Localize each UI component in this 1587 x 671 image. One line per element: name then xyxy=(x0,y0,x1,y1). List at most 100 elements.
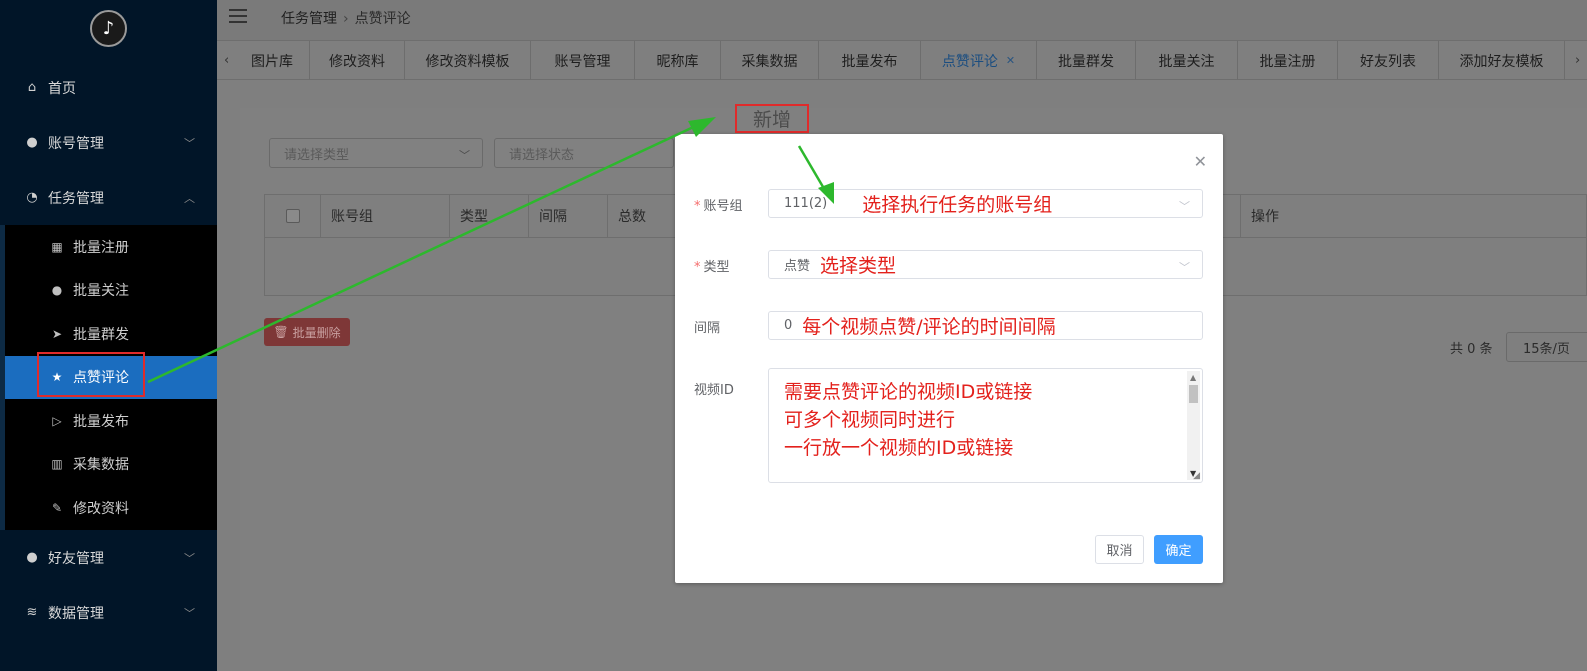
menu-item-home[interactable]: ⌂ 首页 xyxy=(0,60,217,115)
form-label: * 账号组 xyxy=(694,195,743,214)
tab-nickname-library[interactable]: 昵称库 xyxy=(635,41,721,80)
tab-friend-list[interactable]: 好友列表 xyxy=(1338,41,1439,80)
tab-profile-template[interactable]: 修改资料模板 xyxy=(405,41,531,80)
chevron-down-icon: ﹀ xyxy=(1179,261,1190,274)
sidebar-item-label: 采集数据 xyxy=(73,457,129,474)
tab-label: 采集数据 xyxy=(741,53,798,70)
close-icon[interactable]: ✕ xyxy=(1194,152,1207,171)
tab-account-management[interactable]: 账号管理 xyxy=(531,41,635,80)
bulk-delete-label: 批量删除 xyxy=(292,325,341,340)
annotation-note: 每个视频点赞/评论的时间间隔 xyxy=(802,316,1056,338)
sidebar-item-label: 批量群发 xyxy=(73,326,129,343)
trash-icon: 🗑 xyxy=(273,325,289,339)
type-filter-select[interactable]: 请选择类型 ﹀ xyxy=(269,138,483,168)
tab-bulk-message[interactable]: 批量群发 xyxy=(1037,41,1136,80)
form-label-text: 视频ID xyxy=(694,383,734,398)
interval-input[interactable]: 0 每个视频点赞/评论的时间间隔 xyxy=(768,311,1203,340)
page-size-select[interactable]: 15条/页 xyxy=(1506,332,1587,362)
type-select[interactable]: 点赞 选择类型 ﹀ xyxy=(768,250,1203,279)
form-label: 视频ID xyxy=(694,379,734,398)
scroll-up-icon[interactable]: ▲ xyxy=(1190,373,1196,382)
menu-item-friends[interactable]: ● 好友管理 ﹀ xyxy=(0,530,217,585)
menu-item-label: 首页 xyxy=(48,80,76,97)
sidebar-item-bulk-follow[interactable]: ● 批量关注 xyxy=(5,269,217,313)
tab-label: 批量关注 xyxy=(1158,53,1215,70)
hamburger-icon[interactable] xyxy=(229,9,247,23)
form-row-account-group: * 账号组 111(2) 选择执行任务的账号组 ﹀ xyxy=(675,189,1223,219)
tab-bulk-publish[interactable]: 批量发布 xyxy=(819,41,921,80)
breadcrumb: 任务管理 › 点赞评论 xyxy=(281,8,411,28)
select-value: 点赞 xyxy=(784,259,811,274)
confirm-button[interactable]: 确定 xyxy=(1154,535,1203,564)
button-label: 取消 xyxy=(1106,544,1133,559)
resize-handle-icon[interactable]: ◢ xyxy=(1193,471,1200,481)
sidebar-item-bulk-publish[interactable]: ▷ 批量发布 xyxy=(5,399,217,443)
top-header: 任务管理 › 点赞评论 xyxy=(217,0,1587,40)
form-row-interval: 间隔 0 每个视频点赞/评论的时间间隔 xyxy=(675,311,1223,341)
chevron-left-icon[interactable]: ‹ xyxy=(224,53,229,68)
column-header-label: 总数 xyxy=(618,209,646,225)
chart-icon: ▥ xyxy=(51,457,63,472)
textarea-line: 需要点赞评论的视频ID或链接 xyxy=(784,381,1033,403)
tab-label: 修改资料模板 xyxy=(425,53,510,70)
tab-label: 修改资料 xyxy=(329,53,385,70)
select-placeholder: 请选择类型 xyxy=(284,147,350,163)
sidebar-item-label: 批量发布 xyxy=(73,413,129,430)
sidebar-item-edit-profile[interactable]: ✎ 修改资料 xyxy=(5,486,217,530)
sidebar-item-bulk-register[interactable]: ▦ 批量注册 xyxy=(5,225,217,269)
tab-like-comment[interactable]: 点赞评论 ✕ xyxy=(921,41,1037,80)
breadcrumb-item[interactable]: 任务管理 xyxy=(281,11,337,27)
account-group-select[interactable]: 111(2) 选择执行任务的账号组 ﹀ xyxy=(768,189,1203,218)
select-all-checkbox[interactable] xyxy=(285,209,300,223)
required-mark: * xyxy=(694,199,701,214)
column-header-label: 间隔 xyxy=(539,209,567,225)
tab-label: 好友列表 xyxy=(1360,53,1416,70)
form-label-text: 间隔 xyxy=(694,321,721,336)
tab-collect-data[interactable]: 采集数据 xyxy=(721,41,819,80)
annotation-note: 选择类型 xyxy=(820,255,897,277)
tab-label: 批量群发 xyxy=(1058,53,1114,70)
menu-item-tasks[interactable]: ◔ 任务管理 ︿ xyxy=(0,170,217,225)
bulk-delete-button[interactable]: 🗑 批量删除 xyxy=(264,318,350,346)
chevron-right-icon: › xyxy=(343,11,349,27)
tab-label: 账号管理 xyxy=(554,53,611,70)
menu-item-data[interactable]: ≋ 数据管理 ﹀ xyxy=(0,585,217,640)
add-task-dialog: ✕ * 账号组 111(2) 选择执行任务的账号组 ﹀ * 类型 点赞 选择类型 ﹀… xyxy=(675,134,1223,583)
tab-image-library[interactable]: 图片库 xyxy=(235,41,310,80)
form-label-text: 类型 xyxy=(703,260,730,275)
sidebar-item-label: 修改资料 xyxy=(73,500,129,517)
tab-label: 添加好友模板 xyxy=(1459,53,1544,70)
menu-item-label: 好友管理 xyxy=(48,550,104,567)
form-label-text: 账号组 xyxy=(703,199,743,214)
menu-item-label: 数据管理 xyxy=(48,605,104,622)
column-header: 类型 xyxy=(450,195,529,237)
menu-item-account[interactable]: ● 账号管理 ﹀ xyxy=(0,115,217,170)
status-filter-select[interactable]: 请选择状态 xyxy=(494,138,674,168)
scrollbar-thumb[interactable] xyxy=(1189,385,1198,403)
textarea-scrollbar[interactable]: ▲ ▼ xyxy=(1187,371,1200,480)
chevron-right-icon[interactable]: › xyxy=(1575,53,1580,68)
input-value: 0 xyxy=(784,318,793,333)
breadcrumb-current: 点赞评论 xyxy=(354,11,411,27)
tab-label: 昵称库 xyxy=(656,53,699,70)
form-label: 间隔 xyxy=(694,317,720,336)
sidebar-item-bulk-message[interactable]: ➤ 批量群发 xyxy=(5,312,217,356)
column-header: 操作 xyxy=(1240,195,1390,237)
column-header: 账号组 xyxy=(321,195,450,237)
timer-icon: ◔ xyxy=(26,190,38,205)
active-menu-highlight-box xyxy=(37,352,145,397)
textarea-line: 一行放一个视频的ID或链接 xyxy=(784,437,1014,459)
close-icon[interactable]: ✕ xyxy=(1006,54,1015,67)
video-id-textarea[interactable]: 需要点赞评论的视频ID或链接 可多个视频同时进行 一行放一个视频的ID或链接 ▲… xyxy=(768,368,1203,483)
tab-edit-profile[interactable]: 修改资料 xyxy=(310,41,405,80)
tab-add-friend-template[interactable]: 添加好友模板 xyxy=(1439,41,1565,80)
play-circle-icon: ▷ xyxy=(52,413,62,428)
chevron-down-icon: ﹀ xyxy=(184,606,195,620)
tab-bulk-register[interactable]: 批量注册 xyxy=(1238,41,1338,80)
column-header: 总数 xyxy=(608,195,678,237)
select-all-cell xyxy=(265,195,321,237)
cancel-button[interactable]: 取消 xyxy=(1095,535,1144,564)
sidebar-item-collect-data[interactable]: ▥ 采集数据 xyxy=(5,443,217,487)
tab-bulk-follow[interactable]: 批量关注 xyxy=(1136,41,1238,80)
annotation-note: 选择执行任务的账号组 xyxy=(862,194,1053,216)
